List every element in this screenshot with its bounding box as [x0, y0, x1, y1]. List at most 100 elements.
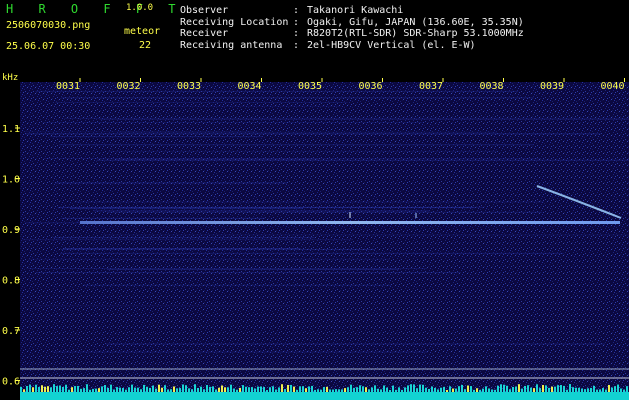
floor-bar [383, 385, 385, 392]
floor-bar [539, 388, 541, 392]
floor-bar [593, 385, 595, 392]
floor-bar [71, 387, 73, 392]
x-tick-label: 0037 [419, 81, 443, 92]
floor-bar [557, 385, 559, 392]
x-tick-label: 0040 [601, 81, 625, 92]
info-value: 2el-HB9CV Vertical (el. E-W) [307, 39, 476, 51]
noise-band [53, 237, 315, 239]
floor-bar [329, 389, 331, 392]
floor-bar [62, 386, 64, 392]
floor-bar [530, 387, 532, 392]
floor-bar [266, 389, 268, 392]
floor-bar [581, 388, 583, 392]
floor-bar [221, 385, 223, 392]
floor-bar [497, 385, 499, 392]
floor-bar [323, 387, 325, 392]
noise-band [35, 272, 460, 274]
floor-bar [347, 387, 349, 392]
floor-bar [107, 387, 109, 392]
floor-bar [134, 387, 136, 392]
floor-bar [272, 386, 274, 392]
floor-bar [41, 385, 43, 392]
floor-bar [392, 385, 394, 392]
noise-band [115, 158, 319, 160]
carrier-signal [80, 221, 620, 224]
floor-bar [452, 388, 454, 392]
floor-bar [293, 386, 295, 392]
noise-band [60, 252, 564, 254]
floor-bar [104, 385, 106, 392]
floor-bar [569, 384, 571, 392]
info-row-observer: Observer : Takanori Kawachi [180, 5, 524, 17]
floor-bar [413, 384, 415, 392]
floor-bar [197, 387, 199, 392]
info-label: Receiver [180, 28, 229, 39]
floor-bar [614, 386, 616, 392]
floor-bar [305, 388, 307, 392]
noise-band [61, 249, 375, 251]
floor-band [20, 392, 629, 400]
floor-bar [533, 388, 535, 392]
floor-bar [203, 389, 205, 392]
floor-bar [74, 386, 76, 392]
floor-bar [65, 384, 67, 392]
noise-band [93, 210, 429, 212]
floor-bar [344, 388, 346, 392]
floor-bar [560, 384, 562, 392]
floor-bar [170, 389, 172, 392]
floor-bar [35, 384, 37, 392]
floor-bar [209, 386, 211, 392]
floor-bar [116, 387, 118, 392]
floor-bar [245, 386, 247, 392]
noise-band [28, 258, 390, 260]
floor-bar [368, 389, 370, 392]
spectrogram-canvas: 1.1 1.0 0.9 0.8 0.7 0.6 0031 0032 0033 0034 0035 0… [2, 78, 629, 400]
floor-bar [239, 387, 241, 392]
y-tick-label: 1.1 [2, 124, 20, 135]
noise-band [108, 150, 497, 152]
info-value: Ogaki, Gifu, JAPAN (136.60E, 35.35N) [307, 16, 524, 28]
noise-band [23, 131, 257, 133]
y-tick-label: 1.0 [2, 175, 20, 186]
floor-bar [503, 384, 505, 392]
floor-bar [590, 387, 592, 392]
floor-bar [275, 389, 277, 392]
floor-bar [287, 384, 289, 392]
floor-bar [608, 384, 610, 392]
floor-bar [92, 388, 94, 392]
floor-bar [407, 385, 409, 392]
floor-bar [218, 387, 220, 392]
floor-bar [254, 388, 256, 392]
floor-bar [101, 386, 103, 392]
floor-bar [416, 388, 418, 392]
floor-bar [206, 385, 208, 392]
floor-bar [566, 389, 568, 392]
floor-bar [470, 386, 472, 392]
floor-bar [188, 388, 190, 392]
floor-bar [515, 386, 517, 392]
floor-bar [419, 384, 421, 392]
floor-bar [428, 388, 430, 392]
info-label: Receiving Location [180, 16, 289, 28]
floor-bar [98, 388, 100, 392]
noise-band [57, 207, 474, 209]
floor-bar [617, 384, 619, 392]
floor-bar [278, 387, 280, 392]
floor-bar [68, 389, 70, 392]
floor-bar [59, 385, 61, 392]
floor-bar [131, 384, 133, 392]
x-tick-label: 0032 [117, 81, 141, 92]
floor-bar [365, 387, 367, 392]
floor-bar [389, 389, 391, 392]
info-separator: : [293, 28, 300, 39]
floor-bar [242, 385, 244, 392]
noise-band [83, 284, 392, 286]
floor-bar [587, 388, 589, 392]
floor-bar [176, 388, 178, 392]
floor-bar [251, 387, 253, 392]
noise-band [52, 351, 428, 353]
floor-bar [158, 384, 160, 392]
noise-band [107, 211, 543, 213]
floor-bar [551, 386, 553, 392]
floor-bar [524, 385, 526, 392]
